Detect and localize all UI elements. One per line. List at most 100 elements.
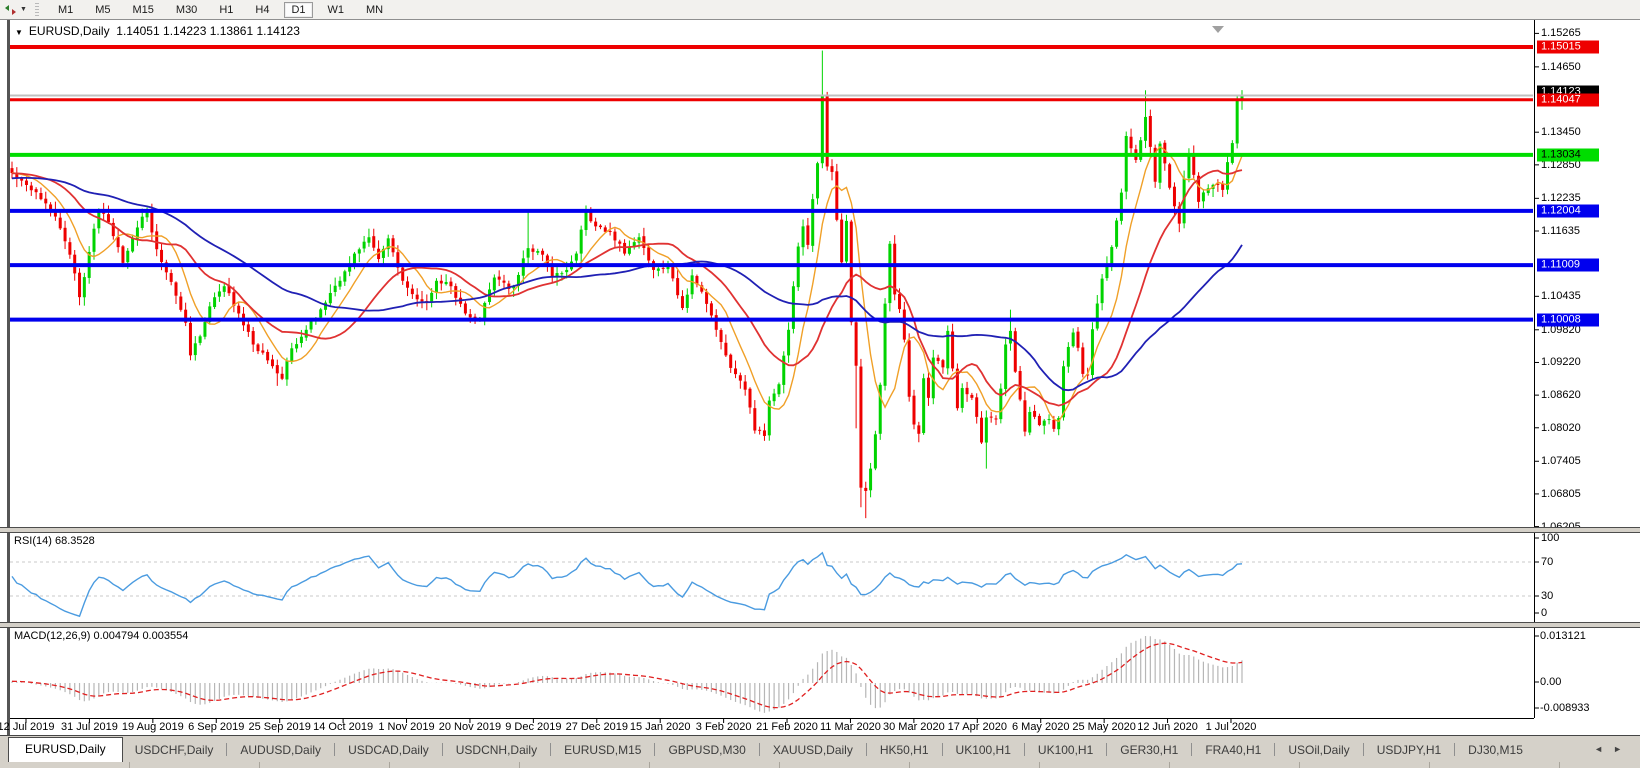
price-axis-label: 1.06805	[1541, 487, 1581, 500]
timeframe-button-h1[interactable]: H1	[212, 2, 240, 18]
chart-tab-gbpusd-m30[interactable]: GBPUSD,M30	[656, 739, 757, 762]
tab-separator	[1362, 743, 1364, 756]
price-axis-label: 1.11635	[1541, 224, 1580, 237]
time-axis-label: 30 Mar 2020	[882, 721, 945, 733]
macd-indicator-label: MACD(12,26,9) 0.004794 0.003554	[14, 630, 189, 642]
macd-signal-line	[11, 642, 1243, 709]
tab-separator	[1106, 743, 1108, 756]
timeframe-button-d1[interactable]: D1	[284, 1, 313, 18]
tab-separator	[941, 743, 943, 756]
time-axis-label: 11 Mar 2020	[819, 721, 881, 733]
macd-value: 0.004794	[93, 630, 140, 642]
rsi-axis-label: 0	[1541, 607, 1548, 619]
timeframe-button-m30[interactable]: M30	[169, 2, 204, 18]
timeframe-button-w1[interactable]: W1	[321, 2, 352, 18]
price-axis-label: 1.15265	[1541, 27, 1581, 40]
price-axis-label: 1.13450	[1541, 126, 1581, 139]
macd-signal-value: 0.003554	[142, 630, 189, 642]
time-axis-label: 21 Feb 2020	[756, 721, 818, 733]
tab-separator	[334, 743, 336, 756]
time-axis-label: 17 Apr 2020	[947, 721, 1007, 733]
chart-tab-hk50-h1[interactable]: HK50,H1	[868, 739, 941, 762]
price-axis-label: 1.09220	[1541, 356, 1581, 369]
timeframe-button-m5[interactable]: M5	[88, 2, 117, 18]
chart-tab-fra40-h1[interactable]: FRA40,H1	[1193, 739, 1273, 762]
price-axis-label: 1.08020	[1541, 421, 1581, 434]
time-axis-label: 9 Dec 2019	[505, 721, 562, 733]
time-axis-label: 14 Oct 2019	[313, 721, 374, 733]
rsi-axis-label: 30	[1541, 590, 1554, 602]
time-axis-label: 6 Sep 2019	[188, 721, 245, 733]
chart-tab-usdchf-daily[interactable]: USDCHF,Daily	[123, 739, 226, 762]
chart-tab-audusd-daily[interactable]: AUDUSD,Daily	[228, 739, 333, 762]
time-axis-label: 19 Aug 2019	[121, 721, 184, 733]
tab-separator	[441, 743, 443, 756]
level-price-label: 1.14047	[1537, 93, 1599, 107]
time-axis-label: 25 May 2020	[1072, 721, 1136, 733]
rsi-axis-label: 100	[1541, 532, 1560, 544]
chart-tab-xauusd-daily[interactable]: XAUUSD,Daily	[761, 739, 865, 762]
price-axis-label: 1.14650	[1541, 60, 1581, 73]
terminal-window: ▼ M1 M5 M15 M30 H1 H4 D1 W1 MN ▼ EURUSD,Daily 1.1…	[0, 0, 1640, 768]
toolbar-grip-handle[interactable]	[34, 3, 39, 16]
chart-symbol-label: EURUSD,Daily	[28, 24, 110, 38]
ohlc-close: 1.14123	[256, 24, 300, 38]
rsi-value: 68.3528	[54, 535, 95, 547]
time-axis-label: 1 Nov 2019	[378, 721, 435, 733]
tab-separator	[550, 743, 552, 756]
time-axis-label: 1 Jul 2020	[1205, 721, 1257, 733]
ohlc-low: 1.13861	[209, 24, 254, 38]
chart-tab-eurusd-m15[interactable]: EURUSD,M15	[552, 739, 653, 762]
tab-separator	[654, 743, 656, 756]
time-axis-label: 3 Feb 2020	[695, 721, 752, 733]
price-axis-label: 1.12235	[1541, 192, 1581, 205]
timeframe-button-m15[interactable]: M15	[126, 2, 161, 18]
price-chart-canvas[interactable]	[0, 0, 1640, 768]
time-axis-label: 12 Jul 2019	[0, 721, 55, 733]
time-axis-label: 6 May 2020	[1011, 721, 1070, 733]
time-axis-label: 12 Jun 2020	[1137, 721, 1198, 733]
timeframe-button-h4[interactable]: H4	[248, 2, 276, 18]
chart-tab-usdjpy-h1[interactable]: USDJPY,H1	[1365, 739, 1453, 762]
main-rsi-divider[interactable]	[0, 527, 1640, 533]
timeframe-toolbar: ▼ M1 M5 M15 M30 H1 H4 D1 W1 MN	[0, 0, 1640, 20]
chart-tab-ger30-h1[interactable]: GER30,H1	[1108, 739, 1190, 762]
chart-tab-usdcad-daily[interactable]: USDCAD,Daily	[336, 739, 441, 762]
symbol-dropdown-icon[interactable]: ▼	[15, 28, 23, 37]
tab-scroll-left-icon[interactable]: ◄	[1594, 744, 1613, 754]
chart-tab-uk100-h1[interactable]: UK100,H1	[944, 739, 1023, 762]
tab-separator	[758, 743, 760, 756]
timeframe-button-m1[interactable]: M1	[51, 2, 80, 18]
price-axis-label: 1.08620	[1541, 389, 1581, 402]
chart-tab-usoil-daily[interactable]: USOil,Daily	[1276, 739, 1361, 762]
tab-scroll-right-icon[interactable]: ►	[1613, 744, 1632, 754]
macd-axis-label: -0.008933	[1540, 702, 1590, 714]
time-axis-label: 20 Nov 2019	[438, 721, 502, 733]
candles-layer	[10, 50, 1244, 519]
level-price-label: 1.13034	[1537, 148, 1599, 162]
chart-tab-eurusd-daily[interactable]: EURUSD,Daily	[8, 737, 123, 763]
ma-20-line	[12, 169, 1243, 407]
macd-axis-label: 0.00	[1540, 676, 1562, 688]
chart-tab-usdcnh-daily[interactable]: USDCNH,Daily	[444, 739, 549, 762]
time-axis-label: 27 Dec 2019	[565, 721, 628, 733]
level-price-label: 1.11009	[1537, 258, 1599, 272]
chart-tab-uk100-h1[interactable]: UK100,H1	[1026, 739, 1105, 762]
macd-axis-label: 0.013121	[1540, 630, 1586, 642]
tab-bar-ruler	[0, 762, 1640, 768]
ma-8-line	[11, 145, 1243, 423]
level-price-label: 1.15015	[1537, 40, 1599, 54]
ohlc-high: 1.14223	[163, 24, 207, 38]
tab-separator	[226, 743, 228, 756]
level-price-label: 1.10008	[1537, 313, 1599, 327]
chart-mode-icon[interactable]	[4, 4, 17, 16]
chevron-down-icon[interactable]: ▼	[20, 6, 27, 13]
chart-header: ▼ EURUSD,Daily 1.14051 1.14223 1.13861 1.…	[15, 24, 300, 38]
chart-tab-dj30-m15[interactable]: DJ30,M15	[1456, 739, 1535, 762]
rsi-macd-divider[interactable]	[0, 622, 1640, 628]
tab-separator	[1454, 743, 1456, 756]
timeframe-button-mn[interactable]: MN	[359, 2, 390, 18]
tab-separator	[865, 743, 867, 756]
tab-separator	[1023, 743, 1025, 756]
ohlc-open: 1.14051	[116, 24, 160, 38]
